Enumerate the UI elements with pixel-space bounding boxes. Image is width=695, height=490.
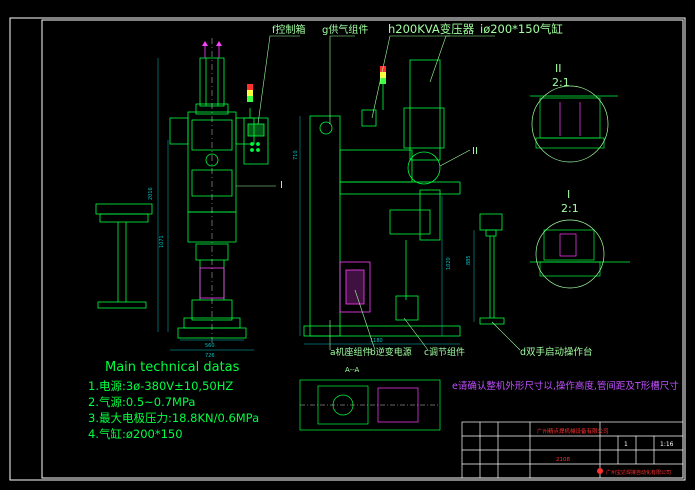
title-block-drawing-no: 2108	[556, 457, 570, 463]
section-aa-label: A--A	[345, 366, 360, 374]
company-logo-icon	[597, 468, 603, 474]
callout-f-control-box: f控制箱	[272, 23, 306, 36]
dim-stand-height: 885	[466, 255, 472, 265]
callout-d-operation-stand: d双手启动操作台	[520, 346, 593, 358]
callout-c-adjuster: c调节组件	[424, 346, 465, 358]
callout-a-base: a机座组件	[330, 346, 372, 358]
detail-ii	[530, 85, 618, 163]
title-block-name: 广州精点焊机械设备有限公司	[537, 427, 609, 435]
detail-ii-scale: 2:1	[552, 76, 570, 89]
dim-total-width: 726	[205, 353, 215, 359]
operation-stand	[473, 213, 505, 325]
tech-line-4: 4.气缸:ø200*150	[88, 427, 183, 441]
section-aa-view	[299, 379, 441, 431]
confirm-note: e请确认整机外形尺寸以,操作高度,管间距及T形槽尺寸	[452, 381, 679, 392]
section-mark-ii: II	[472, 146, 478, 157]
callout-leaders	[257, 35, 521, 351]
detail-i-scale: 2:1	[561, 202, 579, 215]
detail-i-label: I	[567, 188, 570, 201]
dim-right-low: 1020	[446, 257, 452, 270]
tech-line-2: 2.气源:0.5~0.7MPa	[88, 395, 196, 409]
title-block-scale: 1:16	[660, 441, 674, 448]
front-stand	[95, 203, 153, 309]
detail-i	[530, 219, 630, 289]
section-mark-i: I	[280, 180, 283, 191]
side-view	[299, 59, 461, 345]
tech-line-1: 1.电源:3ø-380V±10,50HZ	[88, 379, 234, 393]
title-block-sheet: 1	[624, 441, 628, 448]
tech-title: Main technical datas	[105, 360, 240, 375]
dim-overall-height: 2016	[148, 187, 154, 200]
detail-ii-label: II	[555, 62, 562, 75]
callout-b-inverter: b逆变电源	[370, 346, 412, 358]
dim-part-height: 1071	[159, 235, 165, 248]
callout-g-air-supply: g供气组件	[322, 23, 368, 36]
callout-h-transformer: h200KVA变压器	[388, 22, 475, 36]
dim-right-height: 710	[293, 150, 299, 160]
title-block-company: 广州宝达焊接自动化有限公司	[606, 469, 671, 476]
dim-base-width: 560	[205, 343, 215, 349]
callout-i-cylinder: iø200*150气缸	[480, 22, 563, 36]
front-view	[169, 38, 269, 345]
tech-line-3: 3.最大电极压力:18.8KN/0.6MPa	[88, 411, 260, 425]
